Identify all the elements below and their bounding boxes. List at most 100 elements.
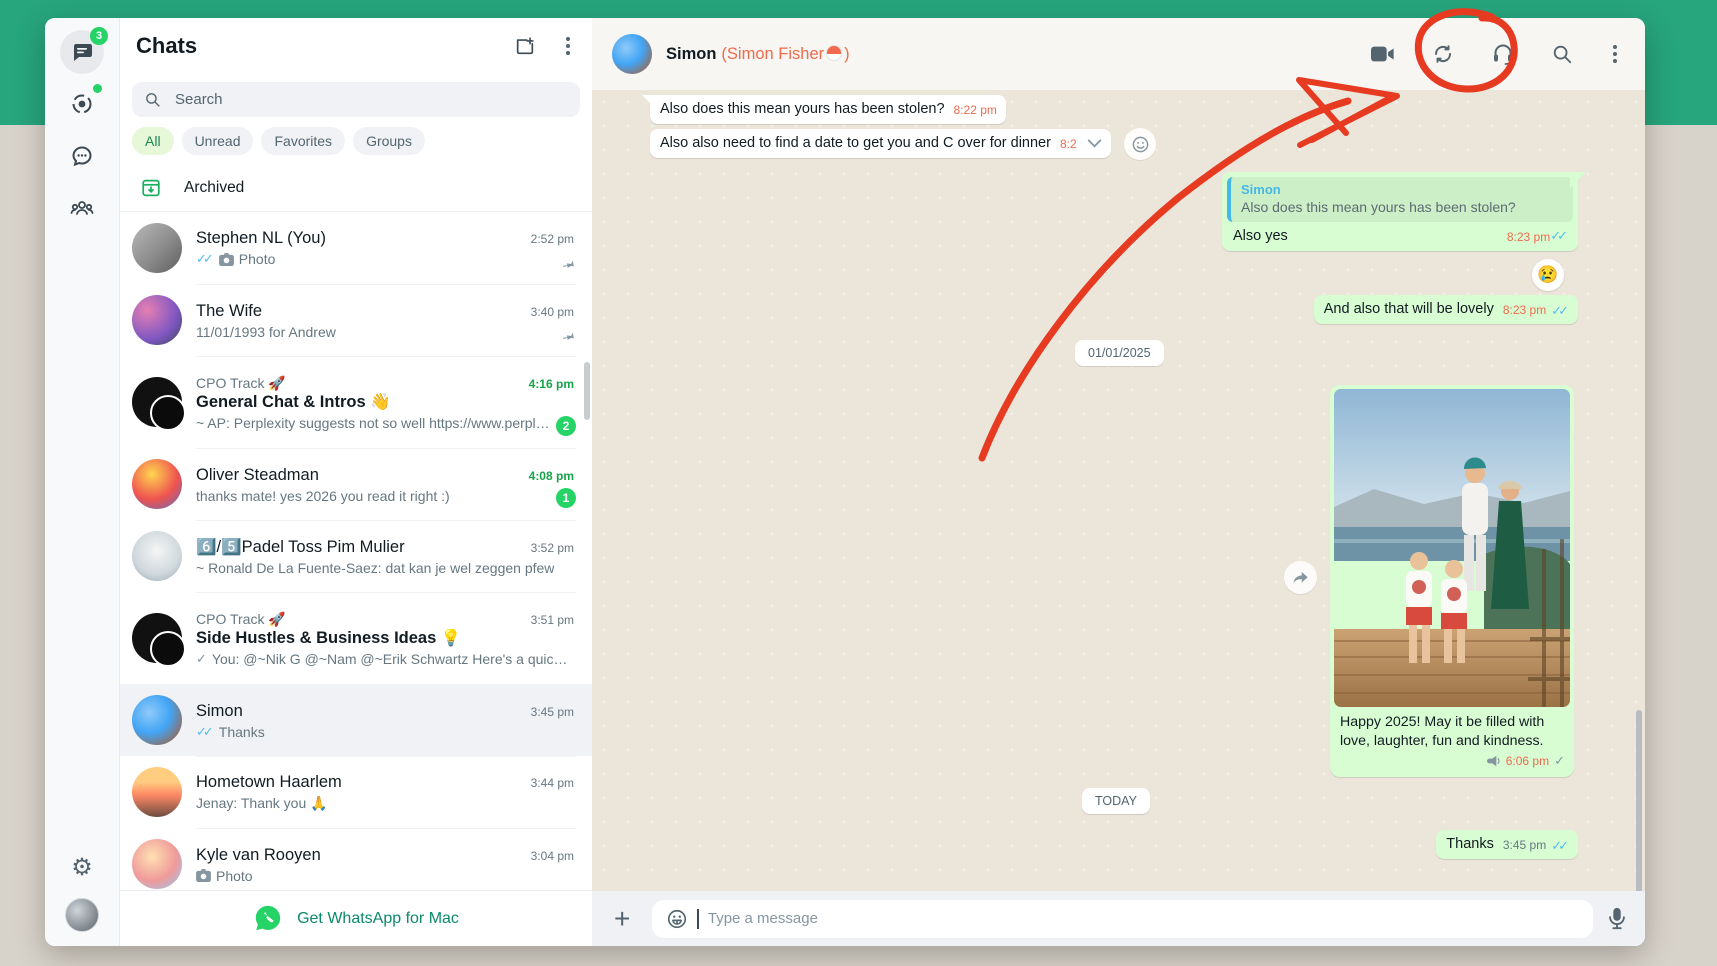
chat-row-cpo-sidehustles[interactable]: CPO Track 🚀 3:51 pm Side Hustles & Busine… [120, 592, 592, 684]
outgoing-photo-message[interactable]: Happy 2025! May it be filled with love, … [1330, 385, 1574, 778]
read-ticks-icon: ✓✓ [196, 723, 214, 739]
profile-avatar[interactable] [65, 898, 99, 932]
contact-emoji [826, 44, 843, 61]
chat-subtitle: ~ AP: Perplexity suggests not so well ht… [196, 414, 550, 431]
message-text: Thanks [1446, 836, 1494, 852]
incoming-message[interactable]: Also also need to find a date to get you… [650, 129, 1111, 158]
message-input[interactable]: Type a message [652, 899, 1593, 938]
chat-subtitle: 11/01/1993 for Andrew [196, 323, 336, 340]
quoted-message[interactable]: Simon Also does this mean yours has been… [1227, 177, 1573, 222]
conversation-menu-icon[interactable] [1609, 41, 1621, 67]
avatar [132, 377, 186, 431]
text-caret [697, 908, 699, 929]
photo-caption: Happy 2025! May it be filled with love, … [1340, 714, 1545, 749]
mic-icon[interactable] [1607, 907, 1627, 931]
camera-icon [218, 252, 234, 266]
filter-groups[interactable]: Groups [353, 127, 425, 155]
page-title: Chats [136, 33, 198, 58]
new-chat-icon[interactable] [514, 35, 536, 57]
outgoing-message[interactable]: And also that will be lovely 8:23 pm ✓✓ [1313, 295, 1578, 324]
incoming-message[interactable]: Also does this mean yours has been stole… [642, 95, 1006, 124]
headset-icon[interactable] [1491, 42, 1515, 66]
chat-row-the-wife[interactable]: The Wife 3:40 pm 11/01/1993 for Andrew [120, 284, 592, 356]
photo-image[interactable] [1334, 389, 1570, 707]
input-placeholder: Type a message [707, 910, 818, 927]
chat-row-padel[interactable]: 6️⃣/5️⃣Padel Toss Pim Mulier 3:52 pm ~ Ro… [120, 520, 592, 592]
channels-icon [72, 146, 92, 167]
sent-tick-icon: ✓ [1554, 753, 1565, 769]
nav-rail: 3 ⚙ [45, 18, 120, 946]
get-whatsapp-label: Get WhatsApp for Mac [297, 909, 459, 927]
chat-list: Stephen NL (You) 2:52 pm ✓✓ Photo The Wif… [120, 211, 592, 890]
archived-row[interactable]: Archived [120, 165, 592, 211]
video-call-icon[interactable] [1371, 45, 1395, 63]
get-whatsapp-banner[interactable]: Get WhatsApp for Mac [120, 890, 592, 946]
chat-subtitle: Photo [238, 251, 276, 267]
read-ticks-icon: ✓✓ [1551, 303, 1569, 318]
smiley-icon [1132, 136, 1148, 152]
search-input[interactable]: Search [132, 82, 580, 117]
pin-icon [562, 260, 574, 268]
whatsapp-logo [255, 905, 281, 930]
message-time: 8:23 pm [1506, 230, 1551, 244]
chat-row-haarlem[interactable]: Hometown Haarlem 3:44 pm Jenay: Thank you… [120, 756, 592, 828]
message-time: 8:2 [1059, 136, 1077, 151]
settings-button[interactable]: ⚙ [60, 846, 104, 890]
chat-time: 4:16 pm [528, 376, 574, 391]
chat-group-name: CPO Track 🚀 [196, 374, 286, 391]
filter-favorites[interactable]: Favorites [261, 127, 346, 155]
whatsapp-window: 3 ⚙ Chats Search All Unread Favorites Gr… [45, 18, 1645, 946]
avatar [132, 613, 186, 667]
nav-communities-button[interactable] [60, 186, 104, 230]
chevron-down-icon[interactable] [1087, 138, 1102, 148]
message-text: Also also need to find a date to get you… [660, 135, 1051, 151]
chat-time: 3:40 pm [530, 304, 574, 319]
message-reaction[interactable]: 😢 [1532, 259, 1564, 291]
messages-scrollbar[interactable] [1636, 710, 1642, 891]
contact-name: Simon [666, 44, 717, 63]
filter-all[interactable]: All [132, 127, 174, 155]
contact-avatar[interactable] [612, 34, 652, 74]
chat-title: Kyle van Rooyen [196, 845, 321, 864]
messages-area: Also does this mean yours has been stole… [592, 90, 1645, 891]
forward-arrow-icon [1293, 571, 1308, 583]
nav-status-button[interactable] [60, 82, 104, 126]
attach-plus-icon[interactable]: + [606, 904, 638, 933]
search-icon [146, 93, 160, 107]
chat-time: 2:52 pm [530, 232, 574, 246]
chat-row-cpo-general[interactable]: CPO Track 🚀 4:16 pm General Chat & Intros… [120, 356, 592, 448]
chat-time: 3:45 pm [530, 704, 574, 719]
chat-title: Side Hustles & Business Ideas 💡 [196, 628, 462, 647]
chat-title: The Wife [196, 301, 263, 320]
chat-time: 3:04 pm [530, 848, 574, 863]
avatar [132, 695, 182, 745]
sidebar-menu-icon[interactable] [562, 33, 574, 59]
add-reaction-button[interactable] [1124, 128, 1156, 160]
chat-row-kyle[interactable]: Kyle van Rooyen 3:04 pm Photo [120, 828, 592, 890]
sync-icon[interactable] [1431, 42, 1455, 66]
filter-unread[interactable]: Unread [181, 127, 254, 155]
emoji-picker-icon[interactable] [666, 908, 688, 930]
chat-row-oliver[interactable]: Oliver Steadman 4:08 pm thanks mate! yes … [120, 448, 592, 520]
forward-button[interactable] [1284, 561, 1317, 594]
outgoing-message[interactable]: Thanks 3:45 pm ✓✓ [1436, 830, 1578, 859]
quote-text: Also does this mean yours has been stole… [1241, 199, 1516, 215]
unread-badge: 1 [556, 488, 576, 508]
nav-chats-button[interactable]: 3 [60, 27, 108, 74]
chat-subtitle: Photo [216, 867, 253, 884]
today-divider: TODAY [1082, 788, 1150, 814]
read-ticks-icon: ✓✓ [1550, 228, 1568, 243]
broadcast-icon [1486, 756, 1500, 767]
sidebar-scrollbar[interactable] [584, 362, 590, 420]
chat-row-simon[interactable]: Simon 3:45 pm ✓✓ Thanks [120, 684, 592, 756]
search-icon[interactable] [1551, 43, 1573, 65]
outgoing-message-with-quote[interactable]: Simon Also does this mean yours has been… [1222, 172, 1586, 251]
chat-row-stephen[interactable]: Stephen NL (You) 2:52 pm ✓✓ Photo [120, 212, 592, 284]
crying-emoji: 😢 [1537, 265, 1559, 284]
nav-channels-button[interactable] [60, 134, 104, 178]
chat-time: 4:08 pm [528, 468, 574, 483]
conversation-header[interactable]: Simon (Simon Fisher) [592, 18, 1645, 90]
message-text: Also yes [1233, 228, 1288, 244]
message-time: 6:06 pm [1505, 754, 1550, 769]
quote-author: Simon [1241, 182, 1281, 197]
